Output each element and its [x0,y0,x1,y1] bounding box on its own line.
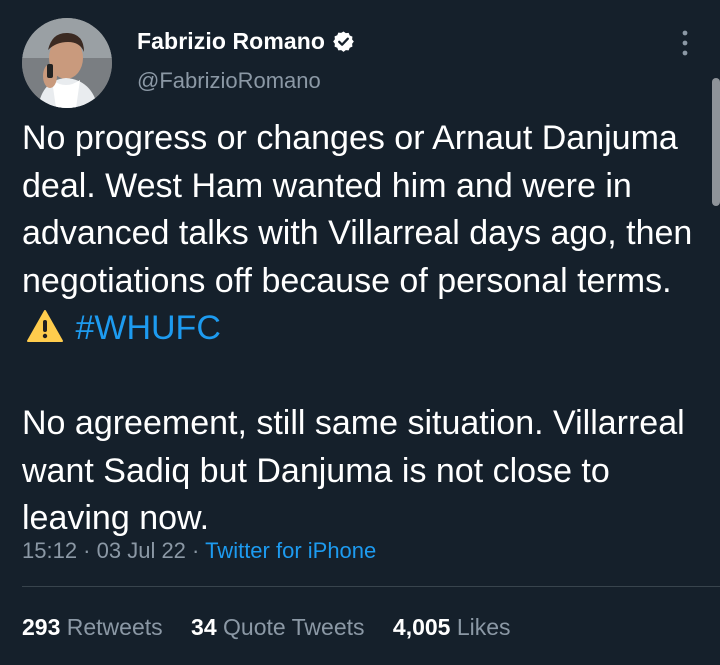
retweets-count: 293 [22,614,61,640]
more-options-icon[interactable] [678,28,692,58]
verified-badge-icon [332,30,355,53]
meta-separator: · [77,538,97,563]
avatar[interactable] [22,18,112,108]
tweet-time[interactable]: 15:12 [22,538,77,563]
tweet-stats: 293 Retweets 34 Quote Tweets 4,005 Likes [22,614,533,641]
profile-photo [22,18,112,108]
quote-tweets-count: 34 [191,614,217,640]
tweet-text: No progress or changes or Arnaut Danjuma… [22,115,702,543]
retweets-label: Retweets [66,614,163,640]
scrollbar[interactable] [712,78,720,206]
quote-tweets-label: Quote Tweets [223,614,365,640]
warning-emoji-icon [26,309,64,343]
tweet-source-link[interactable]: Twitter for iPhone [205,538,376,563]
author-name-row: Fabrizio Romano [137,28,355,55]
likes-label: Likes [456,614,511,640]
retweets-stat[interactable]: 293 Retweets [22,614,163,641]
divider [22,586,720,587]
meta-separator: · [185,538,206,563]
tweet-date[interactable]: 03 Jul 22 [97,538,186,563]
tweet-paragraph-1: No progress or changes or Arnaut Danjuma… [22,115,702,353]
hashtag-link[interactable]: #WHUFC [75,309,220,347]
display-name[interactable]: Fabrizio Romano [137,28,325,55]
tweet-metadata: 15:12 · 03 Jul 22 · Twitter for iPhone [22,538,376,564]
tweet-header: Fabrizio Romano @FabrizioRomano [22,18,702,108]
likes-stat[interactable]: 4,005 Likes [393,614,511,641]
quote-tweets-stat[interactable]: 34 Quote Tweets [191,614,364,641]
author-handle[interactable]: @FabrizioRomano [137,68,321,94]
likes-count: 4,005 [392,614,451,640]
tweet-paragraph-2: No agreement, still same situation. Vill… [22,404,685,537]
tweet-paragraph-1-text: No progress or changes or Arnaut Danjuma… [22,119,693,300]
